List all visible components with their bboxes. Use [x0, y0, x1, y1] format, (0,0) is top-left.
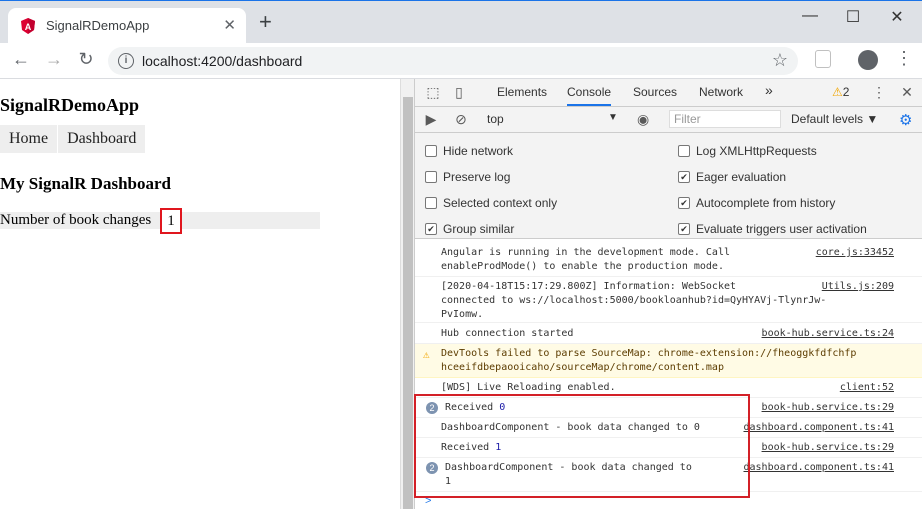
checkbox-checked[interactable]: ✔: [425, 223, 437, 235]
source-link[interactable]: core.js:33452: [816, 246, 894, 260]
back-icon[interactable]: ←: [9, 49, 33, 70]
new-tab-button[interactable]: +: [259, 11, 272, 33]
close-tab-icon[interactable]: ✕: [223, 16, 236, 34]
source-link[interactable]: book-hub.service.ts:24: [762, 327, 894, 341]
filter-input[interactable]: Filter: [669, 110, 781, 128]
checkbox[interactable]: [425, 145, 437, 157]
console-message: Angular is running in the development mo…: [415, 243, 922, 277]
devtools-panel: ⬚ ▯ Elements Console Sources Network » ⚠…: [414, 79, 922, 509]
checkbox[interactable]: [425, 197, 437, 209]
checkbox-checked[interactable]: ✔: [678, 171, 690, 183]
dashboard-heading: My SignalR Dashboard: [0, 174, 171, 193]
browser-toolbar: ← → ↻ i localhost:4200/dashboard ☆: [0, 43, 922, 79]
console-message: Hub connection started book-hub.service.…: [415, 324, 922, 344]
tab-sources[interactable]: Sources: [633, 85, 677, 99]
console-settings: Hide network Preserve log Selected conte…: [415, 133, 922, 239]
console-message: 2 DashboardComponent - book data changed…: [415, 458, 922, 492]
maximize-icon[interactable]: ☐: [843, 7, 863, 27]
console-toolbar: ▶ ⊘ top ▼ ◉ Filter Default levels ▼ ⚙: [415, 107, 922, 133]
book-changes-count: 1: [160, 208, 182, 234]
warning-icon: ⚠: [832, 85, 843, 99]
checkbox-checked[interactable]: ✔: [678, 223, 690, 235]
forward-icon[interactable]: →: [42, 49, 66, 70]
browser-tab-strip: A SignalRDemoApp ✕ + — ☐ ✕: [0, 0, 922, 44]
console-message: DashboardComponent - book data changed t…: [415, 418, 922, 438]
tab-console[interactable]: Console: [567, 85, 612, 106]
app-nav: Home Dashboard: [0, 125, 146, 153]
app-title: SignalRDemoApp: [0, 95, 140, 115]
page-scrollbar[interactable]: [400, 79, 414, 509]
source-link[interactable]: Utils.js:209: [822, 280, 894, 294]
book-changes-label: Number of book changes: [0, 212, 152, 228]
eye-icon[interactable]: ◉: [637, 111, 649, 128]
tab-elements[interactable]: Elements: [497, 85, 547, 99]
browser-tab[interactable]: A SignalRDemoApp ✕: [8, 8, 246, 44]
bookmark-star-icon[interactable]: ☆: [772, 50, 788, 71]
console-message: [WDS] Live Reloading enabled. client:52: [415, 378, 922, 398]
clear-console-icon[interactable]: ⊘: [453, 111, 469, 127]
console-message: 2 Received 0 book-hub.service.ts:29: [415, 398, 922, 418]
repeat-count-badge: 2: [426, 402, 438, 414]
context-select[interactable]: top: [487, 112, 617, 126]
profile-avatar-icon[interactable]: [858, 50, 878, 70]
source-link[interactable]: dashboard.component.ts:41: [743, 461, 894, 475]
reload-icon[interactable]: ↻: [74, 49, 98, 70]
minimize-icon[interactable]: —: [800, 7, 820, 25]
more-tabs-icon[interactable]: »: [765, 82, 773, 98]
levels-dropdown[interactable]: Default levels ▼: [791, 112, 878, 126]
url-text[interactable]: localhost:4200/dashboard: [142, 53, 302, 69]
console-message: Received 1 book-hub.service.ts:29: [415, 438, 922, 458]
sidebar-toggle-icon[interactable]: ▶: [423, 111, 439, 127]
warning-icon: ⚠: [423, 348, 430, 361]
source-link[interactable]: dashboard.component.ts:41: [743, 421, 894, 435]
warning-count-badge[interactable]: ⚠2: [832, 85, 849, 99]
app-page: SignalRDemoApp Home Dashboard My SignalR…: [0, 79, 400, 509]
tab-title: SignalRDemoApp: [46, 18, 150, 33]
source-link[interactable]: book-hub.service.ts:29: [762, 401, 894, 415]
source-link[interactable]: client:52: [840, 381, 894, 395]
inspect-icon[interactable]: ⬚: [425, 84, 441, 100]
devtools-menu-icon[interactable]: ⋮: [871, 84, 887, 100]
checkbox[interactable]: [678, 145, 690, 157]
gear-icon[interactable]: ⚙: [899, 111, 912, 129]
console-prompt[interactable]: >: [425, 495, 431, 507]
close-window-icon[interactable]: ✕: [887, 7, 907, 27]
source-link[interactable]: book-hub.service.ts:29: [762, 441, 894, 455]
menu-kebab-icon[interactable]: ⋮: [895, 48, 913, 69]
extension-icon[interactable]: [815, 50, 831, 68]
svg-text:A: A: [25, 22, 32, 32]
console-warning: ⚠ DevTools failed to parse SourceMap: ch…: [415, 344, 922, 378]
chevron-down-icon[interactable]: ▼: [608, 112, 618, 123]
device-toggle-icon[interactable]: ▯: [451, 84, 467, 100]
console-message: [2020-04-18T15:17:29.800Z] Information: …: [415, 277, 922, 323]
book-changes-row: Number of book changes 1: [0, 208, 320, 234]
page-scrollbar-thumb[interactable]: [403, 97, 413, 509]
devtools-close-icon[interactable]: ✕: [899, 84, 915, 100]
nav-home-button[interactable]: Home: [0, 125, 58, 153]
tab-network[interactable]: Network: [699, 85, 743, 99]
info-icon[interactable]: i: [118, 53, 134, 69]
address-bar[interactable]: i localhost:4200/dashboard ☆: [108, 47, 798, 75]
nav-dashboard-button[interactable]: Dashboard: [58, 125, 146, 153]
angular-icon: A: [21, 18, 35, 34]
devtools-tabbar: ⬚ ▯ Elements Console Sources Network » ⚠…: [415, 79, 922, 107]
repeat-count-badge: 2: [426, 462, 438, 474]
checkbox[interactable]: [425, 171, 437, 183]
checkbox-checked[interactable]: ✔: [678, 197, 690, 209]
